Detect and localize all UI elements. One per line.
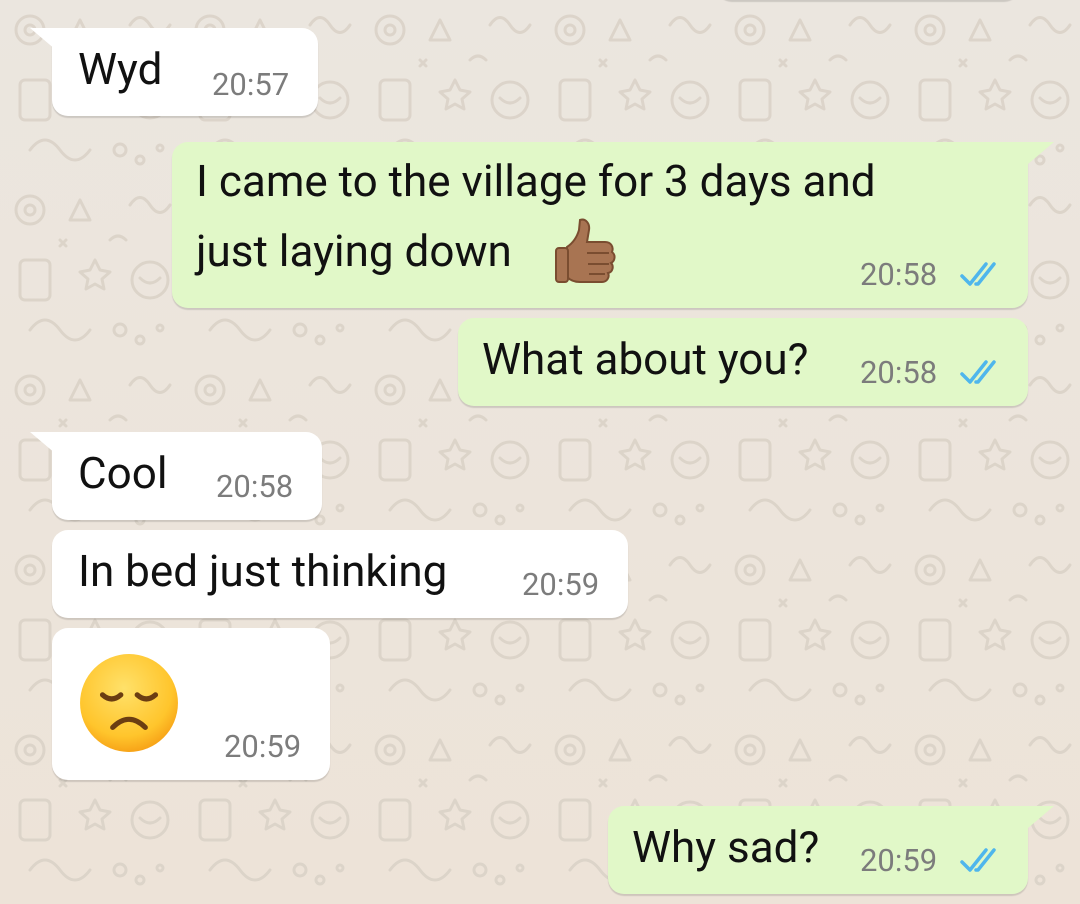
message-bubble-incoming[interactable]: 20:59 (52, 628, 330, 780)
read-receipt-icon (960, 360, 996, 384)
bubble-tail (1028, 142, 1054, 164)
message-bubble-outgoing[interactable]: I came to the village for 3 days and jus… (172, 142, 1028, 308)
read-receipt-icon (960, 262, 996, 286)
message-text: Cool (78, 447, 168, 499)
read-receipt-icon (960, 848, 996, 872)
message-text: In bed just thinking (78, 545, 448, 597)
bubble-tail (1028, 806, 1054, 828)
message-timestamp: 20:57 (212, 66, 290, 103)
message-bubble-outgoing[interactable]: Why sad? 20:59 (608, 806, 1028, 894)
message-timestamp: 20:58 (860, 354, 938, 391)
message-text-line-1: I came to the village for 3 days and (196, 155, 876, 207)
message-timestamp: 20:59 (224, 728, 302, 765)
message-text: Why sad? (632, 821, 820, 873)
bubble-tail (30, 432, 56, 454)
message-text: Wyd (78, 43, 163, 95)
message-timestamp: 20:58 (860, 256, 938, 293)
message-bubble-outgoing[interactable]: What about you? 20:58 (458, 318, 1028, 406)
message-text-line-2: just laying down (196, 225, 512, 277)
message-bubble-incoming[interactable]: Cool 20:58 (52, 432, 322, 520)
thumbs-up-icon (555, 218, 616, 283)
message-timestamp: 20:58 (216, 468, 294, 505)
message-bubble-incoming[interactable]: Wyd 20:57 (52, 28, 318, 116)
message-timestamp: 20:59 (860, 842, 938, 879)
message-text: What about you? (482, 333, 809, 385)
message-bubble-incoming[interactable]: In bed just thinking 20:59 (52, 530, 628, 618)
bubble-tail (30, 28, 56, 50)
pensive-face-icon (80, 654, 178, 752)
message-timestamp: 20:59 (522, 566, 600, 603)
